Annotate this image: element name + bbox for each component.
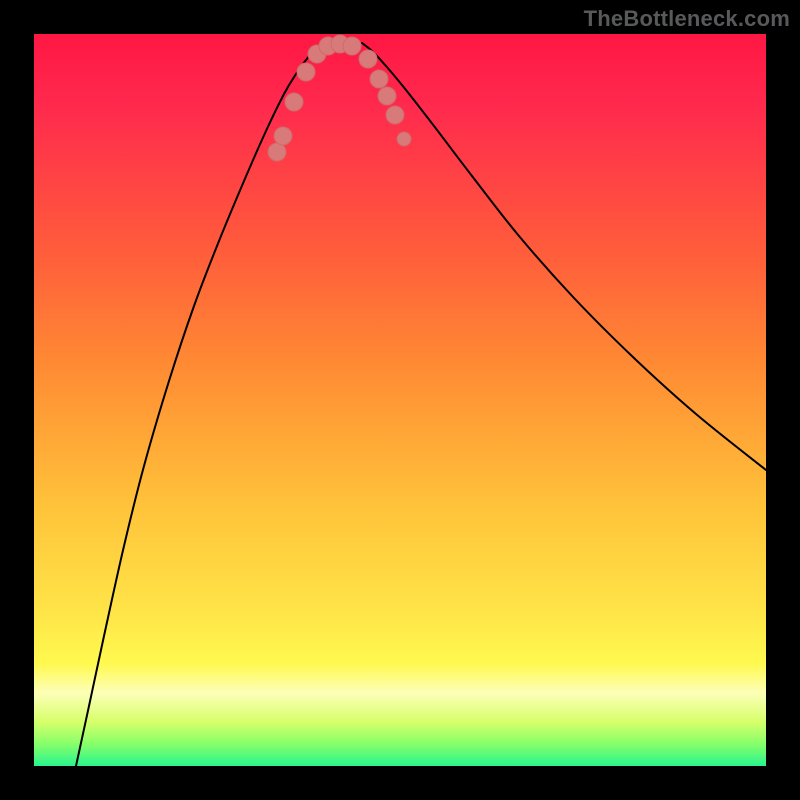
data-marker — [285, 93, 303, 111]
data-marker — [274, 127, 292, 145]
chart-svg — [34, 34, 766, 766]
data-marker — [359, 50, 377, 68]
data-marker — [268, 143, 286, 161]
data-marker — [397, 132, 411, 146]
data-marker — [386, 106, 404, 124]
data-marker — [370, 70, 388, 88]
data-marker — [378, 87, 396, 105]
data-marker — [297, 63, 315, 81]
watermark-label: TheBottleneck.com — [584, 6, 790, 32]
plot-area — [34, 34, 766, 766]
chart-frame: TheBottleneck.com — [0, 0, 800, 800]
data-marker — [343, 37, 361, 55]
